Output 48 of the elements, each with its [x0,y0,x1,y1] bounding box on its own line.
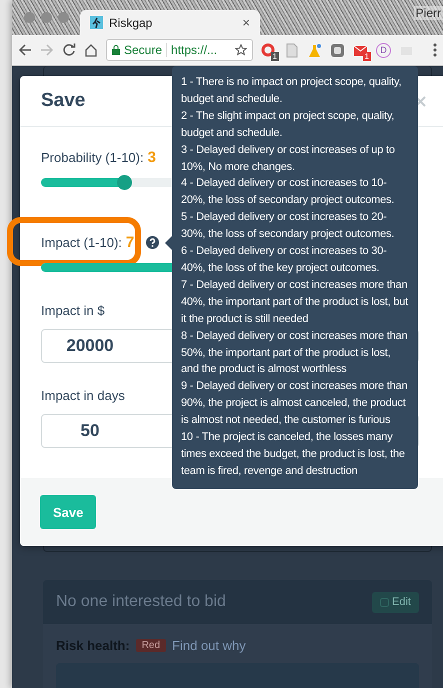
modal-title: Save [41,90,86,112]
lock-icon [112,45,120,55]
tooltip-text: 2 - The slight impact on project scope, quality, budget and schedule. [181,108,396,141]
tooltip-text: 7 - Delayed delivery or cost increases more than 40%, the important part of the product is lost, but it the product is still needed [181,278,410,327]
runner-icon [90,16,103,29]
edit-icon [380,598,390,606]
square-icon[interactable] [330,42,345,58]
tooltip-text: 9 - Delayed delivery or cost increases more than 90%, the project is almost canceled, the product is almost not needed, the customer is furious [181,379,408,428]
field-label: Impact in days [41,388,125,402]
count-badge: 1 [270,52,279,60]
help-icon[interactable] [146,236,160,248]
tooltip-text: 3 - Delayed delivery or cost increases of up to 10%, No more changes. [181,142,396,175]
field-label: Impact (1-10): [41,234,122,250]
field-label: Probability (1-10): [41,150,144,164]
mail-icon[interactable] [353,42,368,58]
profile-name[interactable]: Pierr [414,6,443,20]
document-icon[interactable] [284,42,299,58]
card-title: No one interested to bid [56,593,226,611]
back-icon[interactable] [18,43,32,57]
url-text: https://... [171,43,218,57]
tooltip-text: 5 - Delayed delivery or cost increases to 20-30%, the loss of secondary project outcomes. [181,210,396,242]
tab-close[interactable]: × [242,15,250,30]
ring-icon[interactable] [261,42,276,58]
window-button[interactable] [41,12,52,23]
tooltip-text: 10 - The project is canceled, the losses many times exceed the budget, the product is lost, the team is fired, revenge and destruction [181,430,406,479]
tooltip-text: 1 - There is no impact on project scope, quality, budget and schedule. [181,75,402,107]
close-icon[interactable] [415,96,426,106]
address-bar[interactable]: Secure https://... [106,39,253,61]
tooltip-text: 8 - Delayed delivery or cost increases more than 50%, the important part of the product is lost, and the product is almost worthless [181,328,408,378]
edit-button[interactable]: Edit [372,592,419,612]
star-icon[interactable] [235,44,247,56]
secure-label: Secure [124,43,162,57]
reload-icon[interactable] [62,43,76,57]
field-value: 7 [126,234,134,250]
tab-title: Riskgap [109,16,154,30]
menu-icon[interactable] [433,43,437,57]
field-label: Impact in $ [41,302,105,318]
flask-icon[interactable] [307,42,322,58]
letter-icon[interactable]: D [376,42,391,58]
health-badge: Red [136,639,166,652]
home-icon[interactable] [84,43,98,57]
window-button[interactable] [24,12,35,23]
field-value: 3 [148,148,156,166]
find-out-link[interactable]: Find out why [172,638,246,653]
browser-tab[interactable]: Riskgap × [80,10,260,35]
tooltip-text: 4 - Delayed delivery or cost increases to 10-20%, the loss of secondary project outcomes. [181,176,396,208]
window-button[interactable] [58,12,69,23]
tooltip-text: 6 - Delayed delivery or cost increases to 30-40%, the loss of the key project outcomes. [181,244,388,276]
